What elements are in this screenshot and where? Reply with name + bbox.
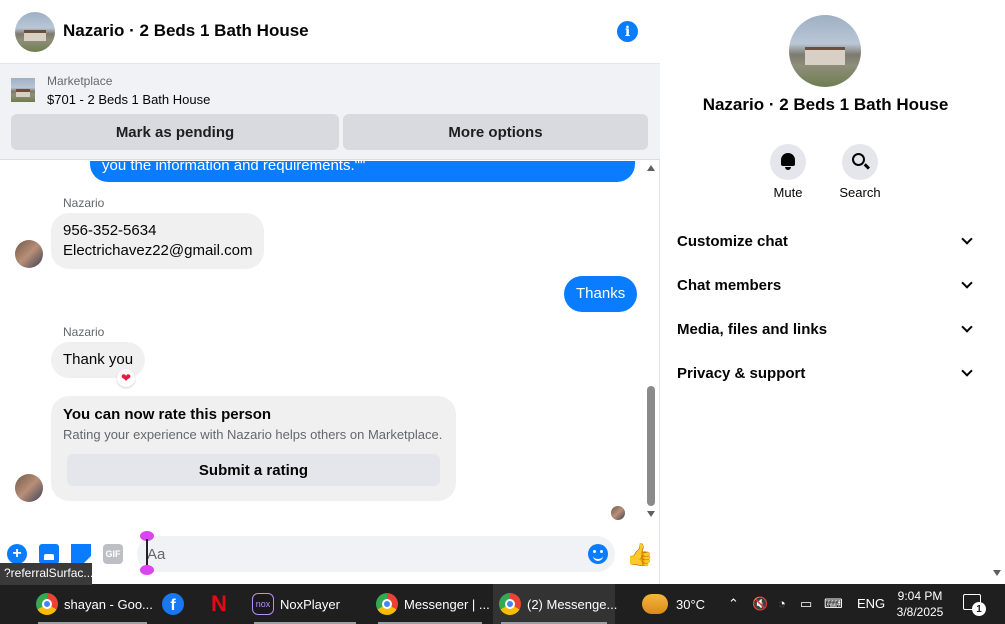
scroll-thumb[interactable] [647, 386, 655, 506]
weather-icon [642, 594, 668, 614]
plus-icon[interactable]: + [7, 544, 27, 564]
message-email: Electrichavez22@gmail.com [63, 242, 253, 259]
heart-reaction-icon[interactable]: ❤ [117, 369, 135, 387]
rating-title: You can now rate this person [63, 406, 272, 423]
facebook-icon: f [162, 593, 184, 615]
tray-chevron-up-icon[interactable]: ⌃ [728, 596, 739, 612]
chrome-icon [36, 593, 58, 615]
taskbar-noxplayer[interactable]: nox NoxPlayer [246, 584, 364, 624]
chevron-down-icon [961, 233, 973, 245]
marketplace-label: Marketplace [47, 74, 113, 88]
keyboard-icon[interactable]: ⌨ [824, 596, 843, 612]
scroll-down-arrow-icon[interactable] [647, 511, 655, 517]
mute-label: Mute [773, 185, 803, 200]
battery-icon[interactable]: ▭ [800, 596, 812, 612]
chrome-icon [499, 593, 521, 615]
mute-button[interactable]: Mute [758, 144, 818, 200]
mark-as-pending-button[interactable]: Mark as pending [11, 114, 339, 150]
weather-widget[interactable]: 30°C [642, 584, 722, 624]
notification-count-badge: 1 [972, 602, 986, 616]
more-options-button[interactable]: More options [343, 114, 648, 150]
search-button[interactable]: Search [830, 144, 890, 200]
rating-subtitle: Rating your experience with Nazario help… [63, 427, 443, 442]
taskbar: shayan - Goo... f N nox NoxPlayer Messen… [0, 584, 1005, 624]
submit-rating-button[interactable]: Submit a rating [67, 454, 440, 486]
info-icon[interactable]: i [617, 21, 638, 42]
listing-avatar[interactable] [15, 12, 55, 52]
taskbar-chrome-messenger-active[interactable]: (2) Messenge... [493, 584, 617, 624]
message-list[interactable]: you the information and requirements."" … [0, 161, 660, 531]
profile-avatar[interactable] [789, 15, 861, 87]
chat-details-panel: Nazario · 2 Beds 1 Bath House Mute Searc… [661, 0, 1005, 584]
volume-muted-icon[interactable]: 🔇 [752, 596, 768, 612]
rating-card: You can now rate this person Rating your… [51, 396, 456, 501]
emoji-icon[interactable] [588, 544, 608, 564]
chat-title[interactable]: Nazario · 2 Beds 1 Bath House [63, 21, 309, 41]
profile-title: Nazario · 2 Beds 1 Bath House [702, 95, 949, 114]
taskbar-facebook[interactable]: f [162, 584, 188, 624]
taskbar-netflix[interactable]: N [208, 584, 234, 624]
chevron-down-icon [961, 321, 973, 333]
outgoing-message: Thanks [564, 276, 638, 312]
netflix-icon: N [211, 591, 227, 616]
taskbar-chrome-shayan[interactable]: shayan - Goo... [30, 584, 155, 624]
thumbs-up-icon[interactable]: 👍 [626, 543, 653, 567]
scroll-down-arrow-icon[interactable] [993, 570, 1001, 576]
wifi-icon[interactable]: ◔ [778, 596, 786, 612]
bell-icon [781, 153, 795, 170]
chat-members-row[interactable]: Chat members [677, 270, 977, 300]
sender-name: Nazario [63, 325, 105, 339]
taskbar-chrome-messenger[interactable]: Messenger | ... [370, 584, 490, 624]
sender-avatar[interactable] [15, 474, 43, 502]
link-tooltip: ?referralSurfac... [0, 563, 92, 585]
clock[interactable]: 9:04 PM 3/8/2025 [880, 588, 960, 620]
seen-indicator-avatar [611, 506, 625, 520]
media-files-links-row[interactable]: Media, files and links [677, 314, 977, 344]
chat-header: Nazario · 2 Beds 1 Bath House i [0, 0, 660, 64]
marketplace-banner: Marketplace $701 - 2 Beds 1 Bath House M… [0, 64, 660, 160]
chevron-down-icon [961, 277, 973, 289]
sender-avatar[interactable] [15, 240, 43, 268]
gif-icon[interactable]: GIF [103, 544, 123, 564]
privacy-support-row[interactable]: Privacy & support [677, 358, 977, 388]
message-scrollbar[interactable] [645, 161, 657, 521]
customize-chat-row[interactable]: Customize chat [677, 226, 977, 256]
search-icon [852, 153, 865, 166]
listing-title[interactable]: $701 - 2 Beds 1 Bath House [47, 92, 210, 107]
message-phone: 956-352-5634 [63, 222, 157, 239]
composer: + GIF 👍 [0, 531, 660, 584]
incoming-message: 956-352-5634 Electrichavez22@gmail.com [51, 213, 265, 269]
nox-icon: nox [252, 593, 274, 615]
search-label: Search [839, 185, 881, 200]
text-cursor-marker [140, 531, 154, 575]
outgoing-message-partial: you the information and requirements."" [90, 161, 635, 182]
chrome-icon [376, 593, 398, 615]
sticker-icon[interactable] [71, 544, 91, 564]
sender-name: Nazario [63, 196, 105, 210]
scroll-up-arrow-icon[interactable] [647, 165, 655, 171]
message-input[interactable] [137, 536, 615, 572]
chevron-down-icon [961, 365, 973, 377]
listing-thumbnail[interactable] [11, 78, 35, 102]
chat-panel: Nazario · 2 Beds 1 Bath House i Marketpl… [0, 0, 660, 584]
photo-icon[interactable] [39, 544, 59, 564]
